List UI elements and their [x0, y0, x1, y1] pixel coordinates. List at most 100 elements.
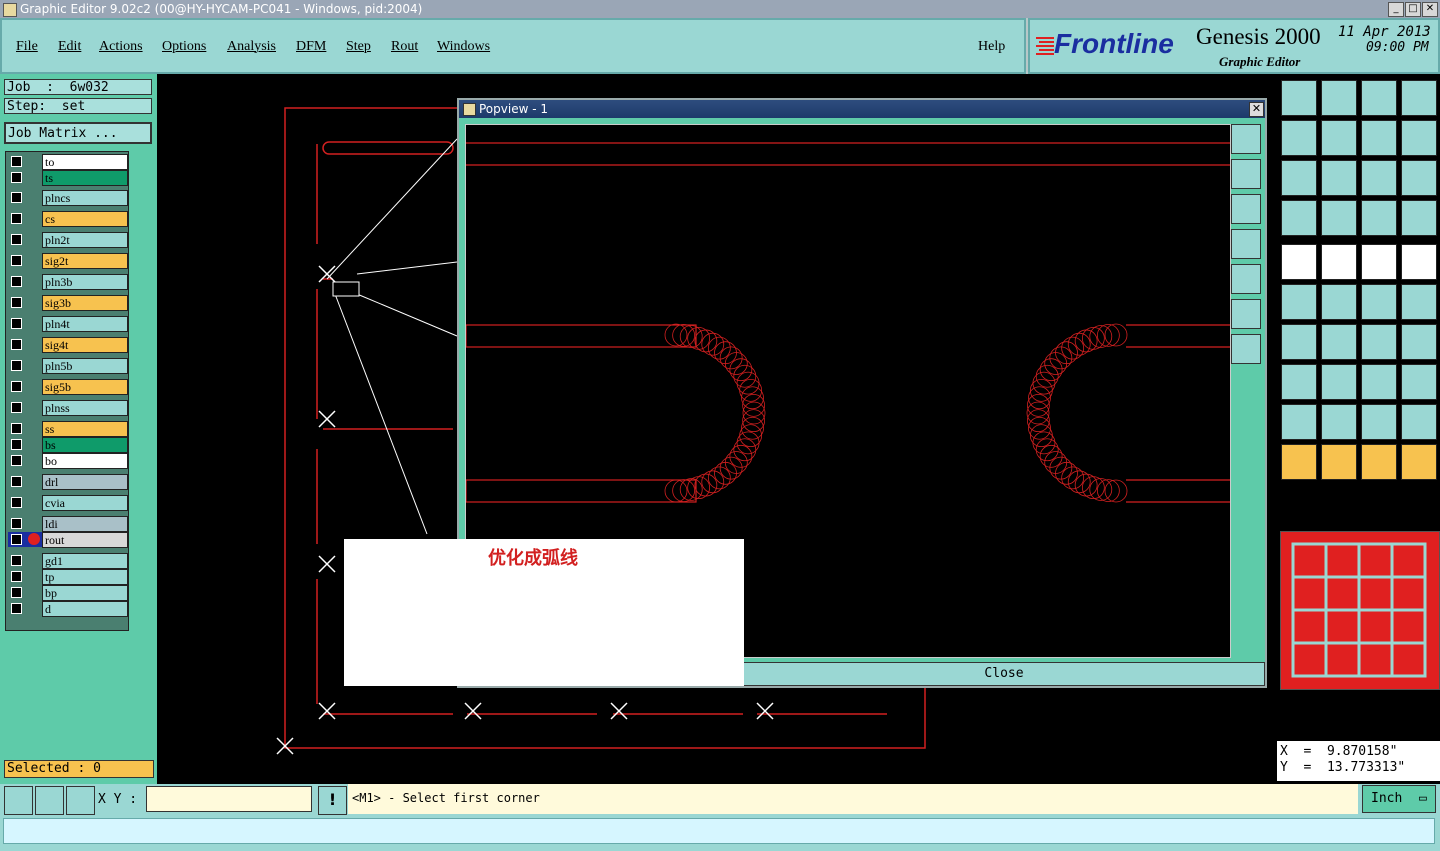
- layer-name[interactable]: pln2t: [42, 232, 128, 248]
- layer-name[interactable]: sig5b: [42, 379, 128, 395]
- layer-checkbox[interactable]: [11, 518, 22, 529]
- layer-checkbox[interactable]: [11, 213, 22, 224]
- layer-row-ldi[interactable]: ldi: [8, 516, 128, 532]
- tool-icon[interactable]: [1321, 364, 1357, 400]
- layer-name[interactable]: cvia: [42, 495, 128, 511]
- layer-row-cs[interactable]: cs: [8, 211, 128, 227]
- grid-icon[interactable]: [66, 786, 95, 815]
- layer-checkbox[interactable]: [11, 455, 22, 466]
- tool-icon[interactable]: [1401, 160, 1437, 196]
- layer-checkbox[interactable]: [11, 172, 22, 183]
- layer-row-rout[interactable]: rout: [8, 532, 128, 548]
- menu-dfm[interactable]: DFM: [296, 39, 326, 55]
- layer-name[interactable]: drl: [42, 474, 128, 490]
- tool-icon[interactable]: [1321, 244, 1357, 280]
- layer-name[interactable]: plncs: [42, 190, 128, 206]
- layer-name[interactable]: bp: [42, 585, 128, 601]
- zoom-in-icon[interactable]: [4, 786, 33, 815]
- tool-icon[interactable]: [1401, 80, 1437, 116]
- layer-row-bs[interactable]: bs: [8, 437, 128, 453]
- layer-checkbox[interactable]: [11, 156, 22, 167]
- menu-step[interactable]: Step: [346, 39, 371, 55]
- tool-icon[interactable]: [1321, 444, 1357, 480]
- tool-icon[interactable]: [1361, 364, 1397, 400]
- tool-icon[interactable]: [1281, 160, 1317, 196]
- tool-icon[interactable]: [1401, 120, 1437, 156]
- layer-row-pln4t[interactable]: pln4t: [8, 316, 128, 332]
- tool-icon[interactable]: [1361, 284, 1397, 320]
- layer-row-sig4t[interactable]: sig4t: [8, 337, 128, 353]
- layer-row-plncs[interactable]: plncs: [8, 190, 128, 206]
- layer-row-gd1[interactable]: gd1: [8, 553, 128, 569]
- tool-icon[interactable]: [1361, 244, 1397, 280]
- layer-name[interactable]: d: [42, 601, 128, 617]
- tool-icon[interactable]: [1361, 160, 1397, 196]
- layer-row-to[interactable]: to: [8, 154, 128, 170]
- tool-icon[interactable]: [1321, 120, 1357, 156]
- tool-icon[interactable]: [1361, 324, 1397, 360]
- tool-icon[interactable]: [1281, 244, 1317, 280]
- layer-row-d[interactable]: d: [8, 601, 128, 617]
- zoom-out-icon[interactable]: [35, 786, 64, 815]
- layer-row-bp[interactable]: bp: [8, 585, 128, 601]
- menu-analysis[interactable]: Analysis: [227, 39, 276, 55]
- tool-icon[interactable]: [1321, 404, 1357, 440]
- tool-icon[interactable]: [1361, 404, 1397, 440]
- layer-checkbox[interactable]: [11, 497, 22, 508]
- layer-row-tp[interactable]: tp: [8, 569, 128, 585]
- menu-windows[interactable]: Windows: [437, 39, 490, 55]
- tool-icon[interactable]: [1281, 284, 1317, 320]
- tool-icon[interactable]: [1281, 404, 1317, 440]
- tool-icon[interactable]: [1281, 200, 1317, 236]
- popview-tool-icon[interactable]: [1231, 264, 1261, 294]
- layer-name[interactable]: bo: [42, 453, 128, 469]
- tool-icon[interactable]: [1321, 200, 1357, 236]
- layer-checkbox[interactable]: [11, 439, 22, 450]
- layer-row-pln5b[interactable]: pln5b: [8, 358, 128, 374]
- layer-name[interactable]: sig4t: [42, 337, 128, 353]
- tool-icon[interactable]: [1401, 244, 1437, 280]
- layer-name[interactable]: sig2t: [42, 253, 128, 269]
- layer-name[interactable]: tp: [42, 569, 128, 585]
- menu-file[interactable]: File: [16, 39, 38, 55]
- close-window-button[interactable]: ✕: [1422, 2, 1438, 17]
- minimize-button[interactable]: _: [1388, 2, 1404, 17]
- tool-icon[interactable]: [1281, 80, 1317, 116]
- alert-icon[interactable]: !: [318, 786, 347, 815]
- layer-checkbox[interactable]: [11, 476, 22, 487]
- layer-checkbox[interactable]: [11, 318, 22, 329]
- tool-icon[interactable]: [1361, 444, 1397, 480]
- tool-icon[interactable]: [1321, 284, 1357, 320]
- layer-row-bo[interactable]: bo: [8, 453, 128, 469]
- layer-name[interactable]: pln5b: [42, 358, 128, 374]
- layer-name[interactable]: ss: [42, 421, 128, 437]
- layer-checkbox[interactable]: [11, 603, 22, 614]
- layer-checkbox[interactable]: [11, 192, 22, 203]
- tool-icon[interactable]: [1401, 284, 1437, 320]
- tool-icon[interactable]: [1321, 80, 1357, 116]
- layer-name[interactable]: rout: [42, 532, 128, 548]
- layer-checkbox[interactable]: [11, 571, 22, 582]
- popview-tool-icon[interactable]: [1231, 124, 1261, 154]
- layer-checkbox[interactable]: [11, 297, 22, 308]
- menu-options[interactable]: Options: [162, 39, 206, 55]
- layer-row-sig5b[interactable]: sig5b: [8, 379, 128, 395]
- layer-checkbox[interactable]: [11, 360, 22, 371]
- tool-icon[interactable]: [1281, 444, 1317, 480]
- layer-row-drl[interactable]: drl: [8, 474, 128, 490]
- layer-row-ss[interactable]: ss: [8, 421, 128, 437]
- layer-row-pln3b[interactable]: pln3b: [8, 274, 128, 290]
- layer-checkbox[interactable]: [11, 555, 22, 566]
- layer-checkbox[interactable]: [11, 534, 22, 545]
- tool-icon[interactable]: [1321, 324, 1357, 360]
- tool-icon[interactable]: [1321, 160, 1357, 196]
- layer-name[interactable]: cs: [42, 211, 128, 227]
- popview-tool-icon[interactable]: [1231, 299, 1261, 329]
- tool-icon[interactable]: [1401, 404, 1437, 440]
- tool-icon[interactable]: [1401, 324, 1437, 360]
- job-matrix-button[interactable]: Job Matrix ...: [4, 122, 152, 144]
- layer-checkbox[interactable]: [11, 402, 22, 413]
- layer-checkbox[interactable]: [11, 339, 22, 350]
- popview-close-button[interactable]: Close: [743, 662, 1265, 686]
- tool-icon[interactable]: [1401, 200, 1437, 236]
